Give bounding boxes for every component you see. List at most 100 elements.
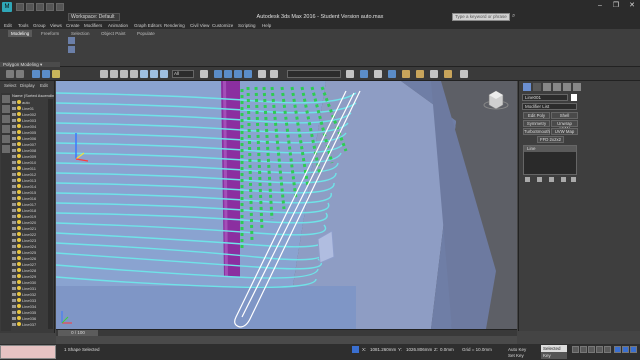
visibility-icon[interactable]: [12, 185, 16, 188]
zoom-icon[interactable]: [614, 346, 621, 353]
filter-lights-icon[interactable]: [2, 125, 10, 133]
ffd-button[interactable]: FFD 2x2x2: [537, 136, 564, 143]
visibility-icon[interactable]: [12, 203, 16, 206]
visibility-icon[interactable]: [12, 287, 16, 290]
explorer-tab-display[interactable]: Display: [20, 83, 35, 88]
redo-icon[interactable]: [56, 3, 64, 11]
filter-cameras-icon[interactable]: [2, 135, 10, 143]
material-editor-icon[interactable]: [402, 70, 410, 78]
explorer-tab-edit[interactable]: Edit: [40, 83, 48, 88]
maximize-button[interactable]: ❐: [608, 1, 624, 11]
lock-selection-icon[interactable]: [352, 346, 359, 353]
y-coordinate[interactable]: 1026.806mm: [406, 347, 432, 352]
visibility-icon[interactable]: [12, 149, 16, 152]
stack-item-line[interactable]: Line: [524, 146, 576, 152]
visibility-icon[interactable]: [12, 281, 16, 284]
freeze-icon[interactable]: [17, 136, 21, 140]
visibility-icon[interactable]: [12, 293, 16, 296]
select-scale-icon[interactable]: [160, 70, 168, 78]
remove-modifier-icon[interactable]: [561, 177, 566, 182]
freeze-icon[interactable]: [17, 268, 21, 272]
redo-icon[interactable]: [16, 70, 24, 78]
visibility-icon[interactable]: [12, 197, 16, 200]
freeze-icon[interactable]: [17, 124, 21, 128]
window-crossing-icon[interactable]: [130, 70, 138, 78]
freeze-icon[interactable]: [17, 220, 21, 224]
maxscript-listener[interactable]: [0, 345, 56, 359]
show-end-result-icon[interactable]: [537, 177, 542, 182]
make-unique-icon[interactable]: [549, 177, 554, 182]
shell-button[interactable]: Shell: [551, 112, 578, 119]
explorer-scrollbar[interactable]: [48, 99, 53, 329]
bind-space-warp-icon[interactable]: [52, 70, 60, 78]
visibility-icon[interactable]: [12, 299, 16, 302]
menu-graph-editors[interactable]: Graph Editors: [134, 22, 162, 29]
link-icon[interactable]: [32, 70, 40, 78]
tab-selection[interactable]: Selection: [68, 30, 93, 37]
visibility-icon[interactable]: [12, 107, 16, 110]
visibility-icon[interactable]: [12, 275, 16, 278]
visibility-icon[interactable]: [12, 125, 16, 128]
freeze-icon[interactable]: [17, 208, 21, 212]
unlink-icon[interactable]: [42, 70, 50, 78]
selected-dropdown[interactable]: Selected: [541, 345, 567, 352]
pan-icon[interactable]: [622, 346, 629, 353]
freeze-icon[interactable]: [17, 100, 21, 104]
visibility-icon[interactable]: [12, 233, 16, 236]
open-file-icon[interactable]: [26, 3, 34, 11]
visibility-icon[interactable]: [12, 239, 16, 242]
next-frame-icon[interactable]: [596, 346, 603, 353]
freeze-icon[interactable]: [17, 226, 21, 230]
undo-icon[interactable]: [6, 70, 14, 78]
freeze-icon[interactable]: [17, 190, 21, 194]
freeze-icon[interactable]: [17, 106, 21, 110]
go-to-end-icon[interactable]: [604, 346, 611, 353]
freeze-icon[interactable]: [17, 214, 21, 218]
align-icon[interactable]: [346, 70, 354, 78]
freeze-icon[interactable]: [17, 142, 21, 146]
visibility-icon[interactable]: [12, 269, 16, 272]
auto-key-label[interactable]: Auto Key: [508, 347, 526, 352]
freeze-icon[interactable]: [17, 292, 21, 296]
freeze-icon[interactable]: [17, 280, 21, 284]
menu-rendering[interactable]: Rendering: [164, 22, 185, 29]
freeze-icon[interactable]: [17, 304, 21, 308]
create-tab-icon[interactable]: [523, 83, 531, 91]
motion-tab-icon[interactable]: [553, 83, 561, 91]
visibility-icon[interactable]: [12, 143, 16, 146]
freeze-icon[interactable]: [17, 322, 21, 326]
filter-helpers-icon[interactable]: [2, 145, 10, 153]
freeze-icon[interactable]: [17, 166, 21, 170]
modifier-stack[interactable]: Line: [523, 145, 577, 175]
orbit-icon[interactable]: [630, 346, 637, 353]
freeze-icon[interactable]: [17, 310, 21, 314]
visibility-icon[interactable]: [12, 317, 16, 320]
visibility-icon[interactable]: [12, 257, 16, 260]
freeze-icon[interactable]: [17, 148, 21, 152]
app-logo-icon[interactable]: M: [2, 2, 12, 12]
menu-customize[interactable]: Customize: [212, 22, 233, 29]
search-icon[interactable]: ⌕: [512, 13, 520, 21]
freeze-icon[interactable]: [17, 184, 21, 188]
menu-group[interactable]: Group: [33, 22, 46, 29]
display-none-icon[interactable]: [2, 95, 10, 103]
minimize-button[interactable]: –: [592, 1, 608, 11]
track-bar[interactable]: [56, 336, 517, 344]
freeze-icon[interactable]: [17, 202, 21, 206]
visibility-icon[interactable]: [12, 161, 16, 164]
menu-views[interactable]: Views: [50, 22, 62, 29]
freeze-icon[interactable]: [17, 172, 21, 176]
visibility-icon[interactable]: [12, 251, 16, 254]
key-filters-button[interactable]: Key Filters...: [541, 352, 567, 359]
rectangular-selection-icon[interactable]: [120, 70, 128, 78]
render-in-cloud-icon[interactable]: [460, 70, 468, 78]
spinner-snap-icon[interactable]: [244, 70, 252, 78]
object-name-field[interactable]: Line001: [522, 94, 568, 101]
select-rotate-icon[interactable]: [150, 70, 158, 78]
uvw-map-button[interactable]: UVW Map: [551, 128, 578, 135]
menu-help[interactable]: Help: [262, 22, 271, 29]
freeze-icon[interactable]: [17, 274, 21, 278]
freeze-icon[interactable]: [17, 286, 21, 290]
freeze-icon[interactable]: [17, 178, 21, 182]
visibility-icon[interactable]: [12, 155, 16, 158]
